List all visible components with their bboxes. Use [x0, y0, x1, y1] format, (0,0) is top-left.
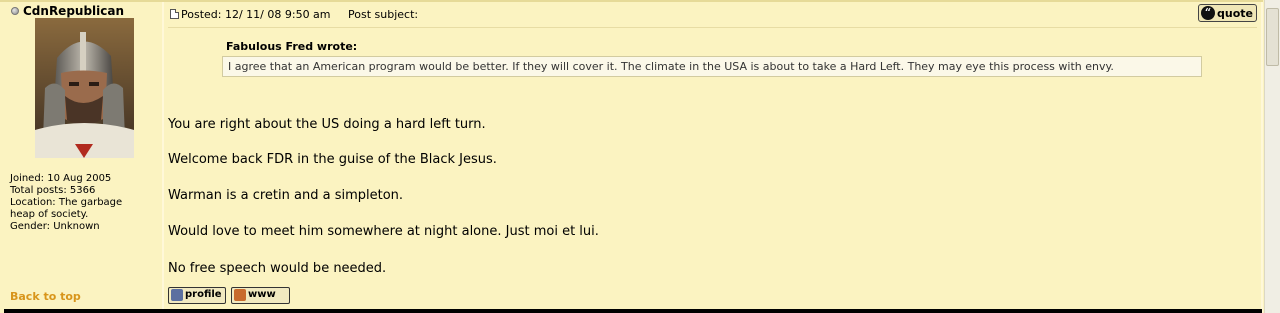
author-location: Location: The garbage: [10, 197, 123, 208]
post-line: No free speech would be needed.: [168, 261, 387, 276]
quote-button-label: quote: [1217, 7, 1253, 20]
quote-box: I agree that an American program would b…: [222, 56, 1202, 77]
avatar-knight-image: [35, 18, 134, 158]
post-line: Would love to meet him somewhere at nigh…: [168, 224, 599, 239]
post-meta: Posted: 12/ 11/ 08 9:50 am Post subject:: [181, 8, 418, 21]
post-date: Posted: 12/ 11/ 08 9:50 am: [181, 8, 331, 21]
avatar: [35, 18, 134, 158]
post-line: Warman is a cretin and a simpleton.: [168, 188, 404, 203]
back-to-top-link[interactable]: Back to top: [10, 290, 81, 303]
bottom-border: [4, 309, 1262, 313]
www-button-label: www: [248, 289, 276, 300]
quote-author: Fabulous Fred wrote:: [226, 40, 358, 53]
column-divider: [162, 2, 164, 313]
post-subject: Post subject:: [348, 8, 419, 21]
post-line: You are right about the US doing a hard …: [168, 117, 486, 132]
top-border: [0, 0, 1263, 2]
online-status-icon: [11, 7, 19, 15]
author-total-posts: Total posts: 5366: [10, 185, 96, 196]
header-separator: [168, 27, 1257, 28]
author-info: Joined: 10 Aug 2005 Total posts: 5366 Lo…: [10, 173, 150, 233]
post-line: Welcome back FDR in the guise of the Bla…: [168, 152, 497, 167]
profile-button[interactable]: profile: [168, 287, 226, 304]
www-button[interactable]: www: [231, 287, 290, 304]
quote-button[interactable]: “ quote: [1198, 4, 1257, 22]
author-joined: Joined: 10 Aug 2005: [10, 173, 112, 184]
profile-button-label: profile: [185, 289, 222, 300]
profile-icon: [171, 289, 183, 301]
author-name[interactable]: CdnRepublican: [23, 4, 124, 18]
quote-icon: “: [1201, 6, 1215, 20]
post-document-icon: [170, 9, 179, 19]
right-divider: [1261, 2, 1263, 313]
author-gender: Gender: Unknown: [10, 221, 100, 232]
home-icon: [234, 289, 246, 301]
scrollbar-thumb[interactable]: [1266, 8, 1279, 66]
author-location-cont: heap of society.: [10, 209, 89, 220]
